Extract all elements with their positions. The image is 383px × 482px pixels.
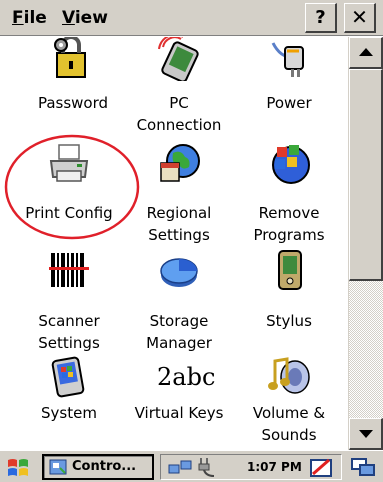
- music-note-speaker-icon: [268, 357, 310, 394]
- item-label-line2: Programs: [253, 226, 325, 244]
- close-button[interactable]: ✕: [344, 3, 376, 33]
- item-label: Print Config: [25, 204, 113, 222]
- arrow-up-icon: [359, 48, 373, 56]
- system-tray: 1:07 PM: [160, 454, 342, 480]
- vertical-scrollbar[interactable]: [348, 37, 383, 450]
- item-label: Stylus: [266, 312, 312, 330]
- item-label-line2: Connection: [136, 116, 222, 134]
- power-cord-icon[interactable]: [197, 456, 217, 478]
- item-label-line2: Settings: [148, 226, 210, 244]
- start-button[interactable]: [4, 454, 34, 480]
- barcode-icon: [49, 253, 89, 287]
- menu-view[interactable]: View: [58, 4, 112, 32]
- password-lock-icon: [54, 37, 86, 78]
- windows-flag-icon: [8, 459, 28, 476]
- system-device-icon: [51, 356, 85, 398]
- scroll-up-button[interactable]: [349, 37, 383, 69]
- item-label-line2: Sounds: [261, 426, 317, 444]
- input-panel-icon[interactable]: [309, 456, 335, 478]
- scroll-thumb[interactable]: [349, 69, 383, 281]
- control-panel-list: Password PC Connection Power Print Confi…: [0, 37, 348, 450]
- item-label-line1: Scanner: [38, 312, 100, 330]
- printer-icon: [49, 144, 89, 182]
- task-button-control-panel[interactable]: Contro...: [42, 454, 154, 480]
- taskbar: Contro... 1:07 PM: [0, 450, 383, 482]
- item-label-line2: Manager: [146, 334, 212, 352]
- 2abc-icon: 2abc: [157, 363, 216, 391]
- item-label-line1: Volume &: [252, 404, 326, 422]
- item-label: Virtual Keys: [134, 404, 224, 422]
- clock[interactable]: 1:07 PM: [247, 455, 302, 479]
- item-label: Password: [37, 94, 109, 112]
- item-label-line1: Storage: [149, 312, 209, 330]
- arrow-down-icon: [359, 430, 373, 438]
- windows-globe-icon: [272, 145, 310, 184]
- power-plug-icon: [271, 42, 304, 77]
- desktop-switch-icon[interactable]: [350, 455, 378, 479]
- item-label-line2: Settings: [38, 334, 100, 352]
- task-button-label: Contro...: [72, 459, 137, 474]
- pc-connection-icon: [158, 37, 199, 81]
- item-label: Power: [266, 94, 312, 112]
- menu-file[interactable]: File: [8, 4, 51, 32]
- network-icon[interactable]: [167, 457, 193, 477]
- item-label-line1: Regional: [146, 204, 212, 222]
- menu-bar: File View ? ✕: [0, 0, 383, 36]
- scroll-down-button[interactable]: [349, 418, 383, 450]
- item-label-line1: Remove: [258, 204, 320, 222]
- item-label: System: [41, 404, 97, 422]
- item-label-line1: PC: [169, 94, 189, 112]
- help-button[interactable]: ?: [305, 3, 337, 33]
- control-panel-icon: [49, 459, 67, 475]
- handheld-device-icon: [278, 250, 302, 290]
- pie-chart-icon: [160, 258, 198, 287]
- globe-calendar-icon: [160, 144, 200, 182]
